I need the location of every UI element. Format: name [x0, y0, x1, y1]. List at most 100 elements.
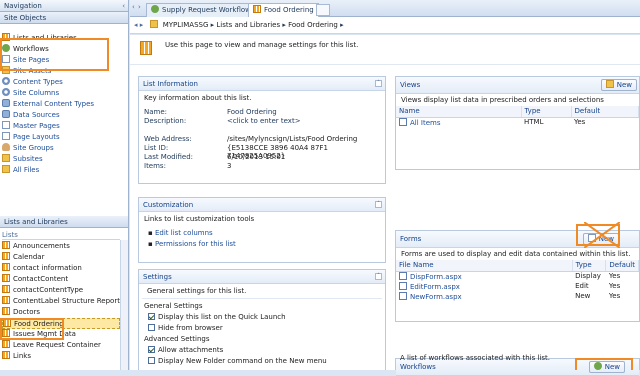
list-item[interactable]: Calendar	[2, 252, 120, 263]
list-item[interactable]: contactContentType	[2, 285, 120, 296]
collapse-icon[interactable]: ˆ	[375, 201, 382, 208]
collapse-icon[interactable]: ˆ	[375, 273, 382, 280]
new-folder-option[interactable]: Display New Folder command on the New me…	[144, 356, 380, 367]
table-header-row: File Name Type Default	[396, 260, 639, 272]
workflow-icon	[151, 5, 159, 13]
column-header-default[interactable]: Default	[571, 106, 639, 118]
bullet: ▪	[148, 240, 155, 248]
link-label[interactable]: Edit list columns	[155, 229, 213, 237]
breadcrumb-site[interactable]: MYPLIMASSG	[163, 21, 209, 29]
list-item[interactable]: ContactContent	[2, 274, 120, 285]
site-object-site-columns[interactable]: Site Columns	[2, 88, 126, 99]
site-object-content-types[interactable]: Content Types	[2, 77, 126, 88]
last-modified-label: Last Modified:	[144, 153, 194, 161]
site-object-external-content-types[interactable]: External Content Types	[2, 99, 126, 110]
link-label[interactable]: Permissions for this list	[155, 240, 236, 248]
bullet: ▪	[148, 229, 155, 237]
site-object-site-groups[interactable]: Site Groups	[2, 143, 126, 154]
lists-sub-label: Lists	[2, 231, 18, 239]
allow-attachments-option[interactable]: Allow attachments	[144, 345, 380, 356]
view-icon	[399, 117, 407, 126]
tab-supply-request-workflow[interactable]: Supply Request Workflow	[146, 3, 256, 17]
new-tab-button[interactable]	[316, 4, 330, 16]
views-panel: Views New Views display list data in pre…	[395, 76, 640, 170]
list-icon	[2, 263, 10, 271]
breadcrumb-item[interactable]: Food Ordering	[288, 21, 338, 29]
home-icon[interactable]	[149, 20, 158, 28]
users-icon	[2, 143, 10, 151]
forms-table: File Name Type Default DispForm.aspx Displa…	[396, 260, 639, 301]
highlight-box-food-ordering	[0, 318, 64, 340]
column-header-type[interactable]: Type	[572, 260, 607, 272]
tab-food-ordering[interactable]: Food Ordering	[248, 3, 319, 17]
list-icon	[2, 241, 10, 249]
list-icon	[2, 340, 10, 348]
collapse-nav-icon[interactable]: ‹	[122, 0, 125, 12]
form-file-icon	[399, 281, 407, 290]
list-item[interactable]: contact information	[2, 263, 120, 274]
table-row[interactable]: All Items HTML Yes	[396, 117, 639, 127]
customization-desc: Links to list customization tools	[144, 215, 255, 223]
forms-desc: Forms are used to display and edit data …	[401, 250, 631, 258]
site-object-data-sources[interactable]: Data Sources	[2, 110, 126, 121]
web-address-value[interactable]: /sites/Mylyncsign/Lists/Food Ordering	[227, 135, 357, 143]
list-item[interactable]: Announcements	[2, 241, 120, 252]
lists-list: Announcements Calendar contact informati…	[2, 241, 120, 362]
list-item[interactable]: Doctors	[2, 307, 120, 318]
quick-launch-option[interactable]: Display this list on the Quick Launch	[144, 312, 380, 323]
list-item-label: contactContentType	[13, 286, 84, 294]
list-item[interactable]: Links	[2, 351, 120, 362]
table-row[interactable]: DispForm.aspx Display Yes	[396, 271, 639, 281]
back-button[interactable]: ‹	[132, 3, 135, 11]
site-object-master-pages[interactable]: Master Pages	[2, 121, 126, 132]
hide-from-browser-option[interactable]: Hide from browser	[144, 323, 380, 334]
lists-and-libraries-header[interactable]: Lists and Libraries	[0, 216, 128, 228]
lists-subheader: Lists	[2, 230, 120, 240]
checkbox-checked[interactable]	[148, 313, 155, 320]
form-file-name[interactable]: NewForm.aspx	[410, 293, 462, 301]
lists-scrollbar[interactable]	[120, 240, 128, 370]
checkbox-unchecked[interactable]	[148, 357, 155, 364]
general-settings-label: General Settings	[144, 302, 203, 310]
site-object-label: External Content Types	[13, 100, 95, 108]
checkbox-unchecked[interactable]	[148, 324, 155, 331]
forward-button[interactable]: ›	[138, 3, 141, 11]
site-object-label: Site Columns	[13, 89, 60, 97]
form-file-name[interactable]: EditForm.aspx	[410, 283, 460, 291]
description-value[interactable]: <click to enter text>	[227, 117, 301, 125]
list-id-label: List ID:	[144, 144, 169, 152]
column-header-file-name[interactable]: File Name	[396, 260, 573, 272]
site-object-label: Subsites	[13, 155, 43, 163]
forward-arrow-icon[interactable]: ▸	[140, 21, 144, 29]
highlight-box-site-objects	[0, 38, 109, 71]
permissions-link[interactable]: ▪ Permissions for this list	[148, 239, 376, 250]
list-information-desc: Key information about this list.	[144, 94, 252, 102]
name-value[interactable]: Food Ordering	[227, 108, 277, 116]
column-header-type[interactable]: Type	[521, 106, 572, 118]
form-file-name[interactable]: DispForm.aspx	[410, 273, 462, 281]
site-object-subsites[interactable]: Subsites	[2, 154, 126, 165]
checkbox-checked[interactable]	[148, 346, 155, 353]
new-icon	[605, 80, 614, 88]
option-label: Display New Folder command on the New me…	[158, 357, 327, 365]
site-object-all-files[interactable]: All Files	[2, 165, 126, 176]
site-objects-header[interactable]: Site Objects	[0, 12, 128, 24]
view-name[interactable]: All Items	[410, 119, 441, 127]
edit-list-columns-link[interactable]: ▪ Edit list columns	[148, 228, 376, 239]
list-icon	[2, 252, 10, 260]
table-row[interactable]: NewForm.aspx New Yes	[396, 291, 639, 301]
list-item[interactable]: ContentLabel Structure Reports	[2, 296, 120, 307]
breadcrumb-section[interactable]: Lists and Libraries	[216, 21, 280, 29]
form-type: New	[575, 292, 591, 300]
db-icon	[2, 110, 10, 118]
table-row[interactable]: EditForm.aspx Edit Yes	[396, 281, 639, 291]
panel-title: Settings	[143, 273, 172, 281]
site-object-page-layouts[interactable]: Page Layouts	[2, 132, 126, 143]
back-arrow-icon[interactable]: ◂	[134, 21, 138, 29]
column-header-default[interactable]: Default	[605, 260, 639, 272]
views-new-button[interactable]: New	[600, 79, 637, 91]
collapse-icon[interactable]: ˆ	[375, 80, 382, 87]
column-header-name[interactable]: Name	[396, 106, 522, 118]
list-item[interactable]: Leave Request Container	[2, 340, 120, 351]
gear-icon	[2, 88, 10, 96]
